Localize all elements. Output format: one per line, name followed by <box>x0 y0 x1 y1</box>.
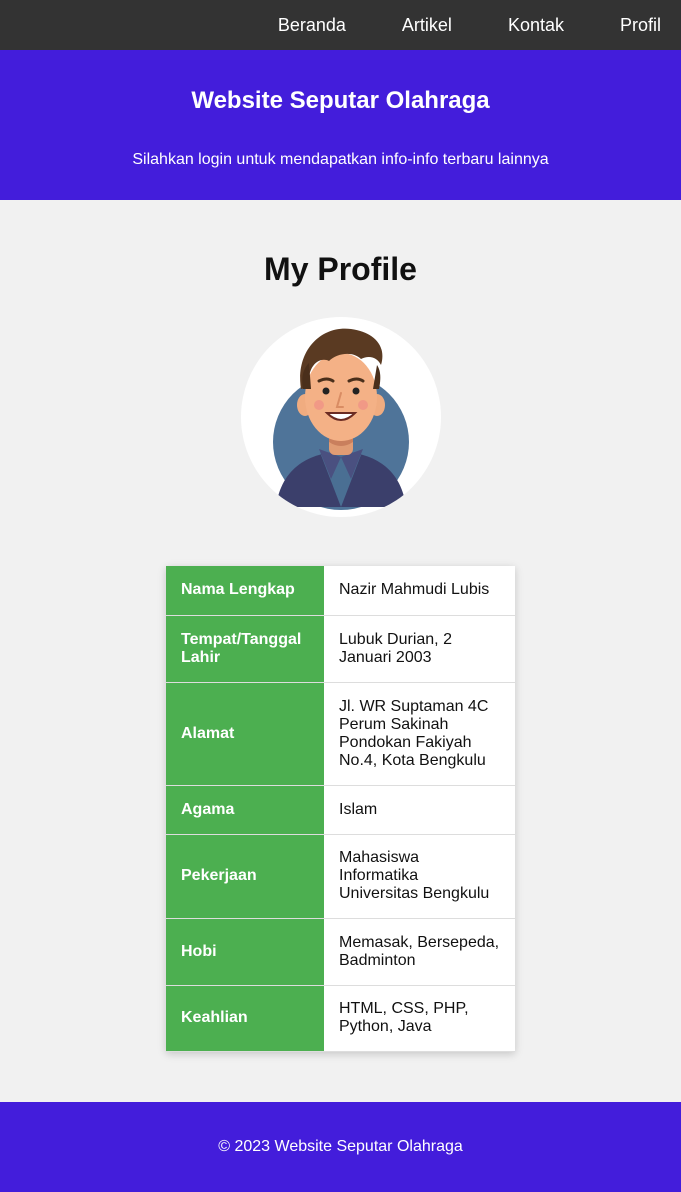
nav-link-kontak[interactable]: Kontak <box>508 15 564 36</box>
row-key: Keahlian <box>166 985 324 1052</box>
site-footer: © 2023 Website Seputar Olahraga <box>0 1102 681 1192</box>
table-row: Agama Islam <box>166 785 515 835</box>
row-value: Memasak, Bersepeda, Badminton <box>324 918 515 986</box>
site-header: Website Seputar Olahraga Silahkan login … <box>0 50 681 200</box>
row-key: Hobi <box>166 918 324 986</box>
row-key: Pekerjaan <box>166 834 324 919</box>
nav-link-profil[interactable]: Profil <box>620 15 661 36</box>
profile-table: Nama Lengkap Nazir Mahmudi Lubis Tempat/… <box>166 566 515 1052</box>
row-key: Agama <box>166 785 324 835</box>
person-avatar-icon <box>273 328 409 510</box>
row-value-cell: Mahasiswa Informatika Universitas Bengku… <box>324 834 515 919</box>
row-value: Lubuk Durian, 2 Januari 2003 <box>324 615 515 683</box>
table-row: Keahlian HTML, CSS, PHP, Python, Java <box>166 985 515 1052</box>
row-key: Nama Lengkap <box>166 566 324 616</box>
nav-link-artikel[interactable]: Artikel <box>402 15 452 36</box>
row-value: Nazir Mahmudi Lubis <box>324 566 515 616</box>
site-subtitle: Silahkan login untuk mendapatkan info-in… <box>132 151 549 168</box>
table-row: Pekerjaan Mahasiswa Informatika Universi… <box>166 834 515 919</box>
row-key: Alamat <box>166 682 324 786</box>
row-value: Mahasiswa Informatika Universitas Bengku… <box>339 849 490 902</box>
table-row: Hobi Memasak, Bersepeda, Badminton <box>166 918 515 986</box>
page-title: My Profile <box>264 251 417 287</box>
top-nav: Beranda Artikel Kontak Profil <box>0 0 681 50</box>
row-key: Tempat/Tanggal Lahir <box>166 615 324 683</box>
footer-text: © 2023 Website Seputar Olahraga <box>218 1138 463 1155</box>
row-value: Islam <box>324 785 515 835</box>
row-value: Jl. WR Suptaman 4C Perum Sakinah Pondoka… <box>324 682 515 786</box>
avatar <box>241 317 441 517</box>
table-row: Nama Lengkap Nazir Mahmudi Lubis <box>166 566 515 616</box>
row-value: HTML, CSS, PHP, Python, Java <box>324 985 515 1052</box>
table-row: Tempat/Tanggal Lahir Lubuk Durian, 2 Jan… <box>166 615 515 683</box>
table-row: Alamat Jl. WR Suptaman 4C Perum Sakinah … <box>166 682 515 786</box>
profile-section: My Profile Nama Lengkap Nazir Mahmudi Lu… <box>0 200 681 1102</box>
site-title: Website Seputar Olahraga <box>191 87 490 114</box>
nav-link-beranda[interactable]: Beranda <box>278 15 346 36</box>
